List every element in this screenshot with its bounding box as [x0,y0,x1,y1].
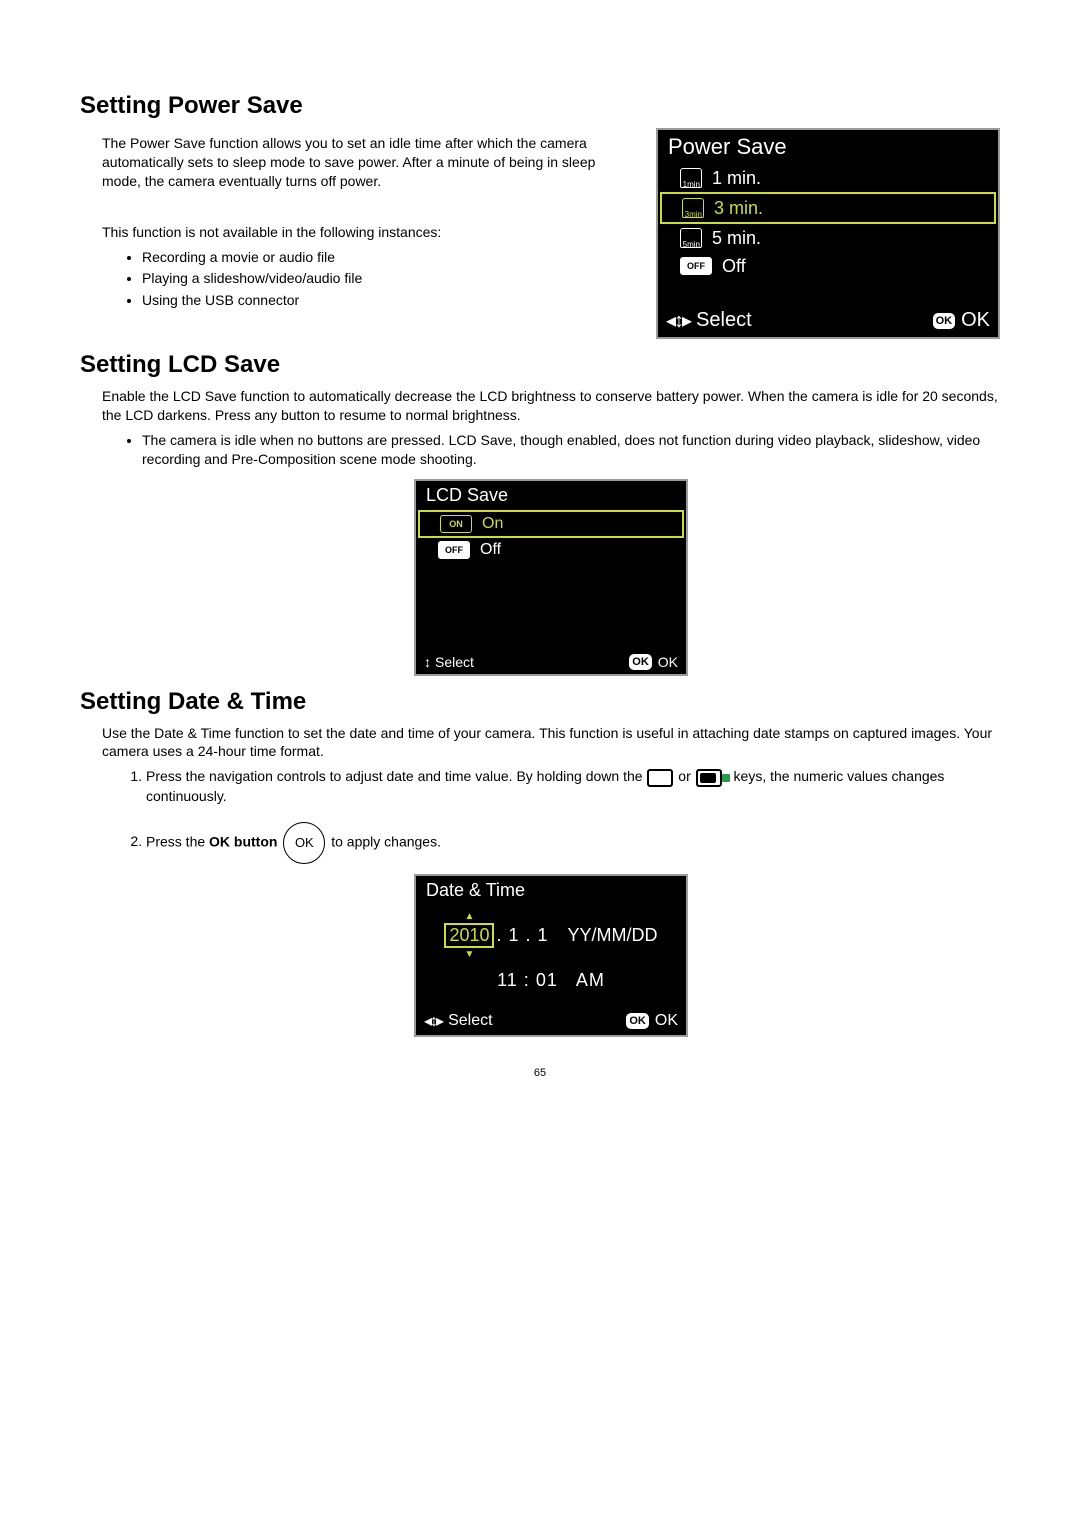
lcd-footer-ok: OK [961,309,990,332]
date-line: 2010 . 1 . 1 YY/MM/DD [426,923,676,948]
display-key-icon [647,769,673,787]
heading-date-time: Setting Date & Time [80,688,1000,716]
lcd-option: 1min 1 min. [658,164,998,192]
datetime-step: Press the OK button OK to apply changes. [146,822,1000,864]
ok-pill-icon: OK [629,654,652,670]
face-key-icon [696,769,722,787]
lcd-option-label: 3 min. [714,198,763,219]
nav-arrows-icon: ◂↕▸ [424,1011,442,1031]
lcd-option-selected: ON On [418,510,684,538]
month-value: 1 [509,925,519,946]
lcd-option-label: Off [480,541,501,559]
lcd-footer-select: Select [696,309,752,332]
powersave-bullet: Using the USB connector [142,291,636,310]
lcd-option-label: 1 min. [712,168,761,189]
heading-power-save: Setting Power Save [80,92,1000,120]
ok-pill-icon: OK [626,1013,649,1029]
lcd-title: Date & Time [416,876,686,905]
year-field-selected: 2010 [444,923,494,948]
clock-1min-icon: 1min [680,168,702,188]
ok-pill-icon: OK [933,313,956,329]
powersave-para1: The Power Save function allows you to se… [102,134,636,191]
lcd-footer-ok: OK [658,654,678,670]
nav-updown-icon: ↕ [424,654,429,670]
date-format: YY/MM/DD [568,925,658,946]
lcdsave-para1: Enable the LCD Save function to automati… [102,387,1000,425]
lcd-option-label: 5 min. [712,228,761,249]
page-number: 65 [80,1067,1000,1079]
lcd-power-save: Power Save 1min 1 min. 3min 3 min. 5min … [656,128,1000,339]
green-indicator-icon [722,774,730,782]
lcdsave-bullet: The camera is idle when no buttons are p… [142,431,1000,469]
powersave-bullet: Playing a slideshow/video/audio file [142,269,636,288]
powersave-bullet: Recording a movie or audio file [142,248,636,267]
clock-3min-icon: 3min [682,198,704,218]
lcd-lcd-save: LCD Save ON On OFF Off ↕ Select OK OK [414,479,688,676]
datetime-para1: Use the Date & Time function to set the … [102,724,1000,762]
lcd-option: OFF Off [658,252,998,280]
lcd-option-label: On [482,515,503,533]
ok-button-icon: OK [283,822,325,864]
lcd-footer-select: Select [448,1012,492,1030]
heading-lcd-save: Setting LCD Save [80,351,1000,379]
off-icon: OFF [680,257,712,275]
day-value: 1 [538,925,548,946]
lcd-title: LCD Save [416,481,686,510]
on-icon: ON [440,515,472,533]
lcd-option: OFF Off [416,538,686,562]
datetime-step: Press the navigation controls to adjust … [146,767,1000,805]
clock-5min-icon: 5min [680,228,702,248]
lcd-option: 5min 5 min. [658,224,998,252]
time-line: 11 : 01 AM [426,970,676,991]
lcd-option-label: Off [722,256,746,277]
lcd-option-selected: 3min 3 min. [660,192,996,224]
lcd-footer-select: Select [435,654,474,670]
lcd-footer-ok: OK [655,1012,678,1030]
lcd-title: Power Save [658,130,998,164]
powersave-para2: This function is not available in the fo… [102,223,636,242]
lcd-date-time: Date & Time 2010 . 1 . 1 YY/MM/DD 11 : 0… [414,874,688,1037]
off-icon: OFF [438,541,470,559]
nav-arrows-icon: ◂↕▸ [666,308,690,333]
